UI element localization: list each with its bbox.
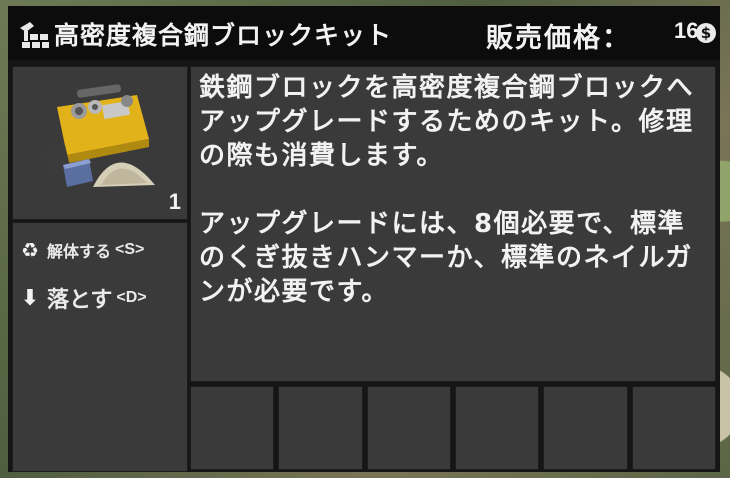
scrap-hotkey: <S>	[115, 241, 145, 258]
ingredient-slot[interactable]	[190, 386, 275, 470]
arrow-down-icon: ⬇	[20, 285, 40, 311]
sell-price-value: 16	[674, 18, 699, 43]
item-count: 1	[168, 189, 181, 214]
item-preview-slot[interactable]: 1	[12, 66, 188, 220]
item-description: 鉄鋼ブロックを高密度複合鋼ブロックへアップグレードするためのキット。修理の際も消…	[190, 66, 716, 382]
ingredient-slot[interactable]	[366, 386, 451, 470]
toolbox-kit-icon	[43, 84, 155, 187]
description-paragraph: アップグレードには、8個必要で、標準のくぎ抜きハンマーか、標準のネイルガンが必要…	[199, 209, 693, 307]
item-header: 高密度複合鋼ブロックキット 販売価格： 16 $	[8, 6, 720, 60]
ingredient-slot[interactable]	[278, 386, 363, 470]
building-blocks-icon	[20, 22, 49, 48]
drop-label: 落とす	[47, 288, 113, 313]
ingredient-slot[interactable]	[454, 386, 540, 470]
ingredient-slot[interactable]	[543, 386, 628, 470]
drop-hotkey: <D>	[116, 289, 147, 306]
item-info-panel: 高密度複合鋼ブロックキット 販売価格： 16 $ 1 ♻ 解体する <S> ⬇ …	[8, 6, 720, 472]
description-paragraph: 鉄鋼ブロックを高密度複合鋼ブロックへアップグレードするためのキット。修理の際も消…	[199, 73, 695, 171]
scrap-button[interactable]: ♻ 解体する <S>	[19, 233, 144, 267]
drop-button[interactable]: ⬇ 落とす <D>	[19, 281, 147, 315]
dukes-coin-icon: $	[696, 23, 716, 43]
ingredient-slots	[190, 386, 716, 470]
recycle-icon: ♻	[21, 238, 39, 262]
item-actions: ♻ 解体する <S> ⬇ 落とす <D>	[12, 222, 188, 472]
sell-price-label: 販売価格：	[486, 23, 631, 54]
ingredient-slot[interactable]	[631, 386, 716, 470]
scrap-label: 解体する	[47, 242, 112, 261]
item-title: 高密度複合鋼ブロックキット	[54, 21, 393, 50]
